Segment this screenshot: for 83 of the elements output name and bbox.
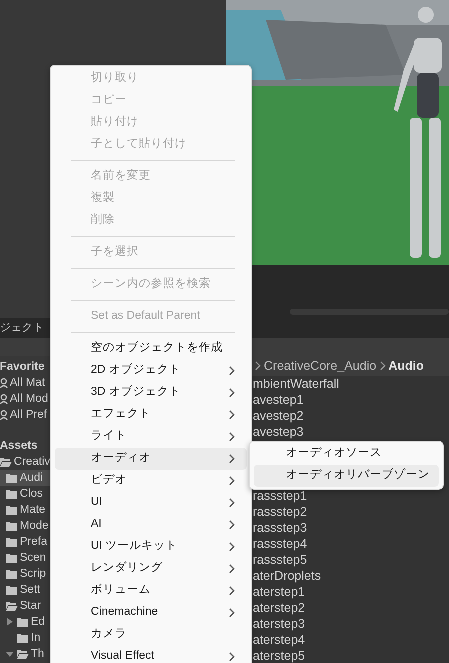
chevron-right-icon xyxy=(229,432,235,442)
menu-item[interactable]: Cinemachine xyxy=(55,602,247,624)
file-item[interactable]: mbientWaterfall xyxy=(252,376,449,392)
file-item[interactable]: rassstep2 xyxy=(252,504,449,520)
file-item[interactable]: rassstep4 xyxy=(252,536,449,552)
menu-item[interactable]: 空のオブジェクトを作成 xyxy=(55,338,247,360)
chevron-right-icon xyxy=(229,498,235,508)
chevron-right-icon xyxy=(229,652,235,662)
chevron-right-icon xyxy=(229,410,235,420)
chevron-right-icon xyxy=(229,564,235,574)
project-tab[interactable]: ジェクト xyxy=(0,322,44,334)
file-item[interactable]: rassstep1 xyxy=(252,488,449,504)
tree-item[interactable]: Th xyxy=(0,646,50,662)
file-item[interactable]: avestep1 xyxy=(252,392,449,408)
tree-item[interactable]: Star xyxy=(0,598,50,614)
menu-item[interactable]: オーディオソース xyxy=(254,443,439,465)
menu-item[interactable]: Visual Effect xyxy=(55,646,247,663)
breadcrumb-item[interactable]: Audio xyxy=(388,356,424,376)
menu-item[interactable]: ビデオ xyxy=(55,470,247,492)
chevron-right-icon xyxy=(229,454,235,464)
expanded-arrow-icon xyxy=(6,650,14,658)
menu-item[interactable]: レンダリング xyxy=(55,558,247,580)
folder-icon xyxy=(6,552,18,564)
favorite-item[interactable]: All Mod xyxy=(10,391,48,407)
chevron-right-icon xyxy=(229,586,235,596)
breadcrumb-item[interactable]: CreativeCore_Audio xyxy=(264,356,377,376)
menu-item[interactable]: ライト xyxy=(55,426,247,448)
menu-item[interactable]: カメラ xyxy=(55,624,247,646)
file-item[interactable]: aterstep3 xyxy=(252,616,449,632)
folder-icon xyxy=(6,568,18,580)
menu-item[interactable]: ボリューム xyxy=(55,580,247,602)
menu-item[interactable]: AI xyxy=(55,514,247,536)
open-folder-icon xyxy=(17,648,29,660)
collapsed-arrow-icon xyxy=(6,618,14,626)
chevron-right-icon xyxy=(229,476,235,486)
section-heading: Assets xyxy=(0,439,38,454)
file-item[interactable]: avestep2 xyxy=(252,408,449,424)
menu-item[interactable]: UI ツールキット xyxy=(55,536,247,558)
tree-item[interactable]: Audi xyxy=(0,470,50,486)
file-item[interactable]: rassstep5 xyxy=(252,552,449,568)
file-item[interactable]: aterstep1 xyxy=(252,584,449,600)
chevron-right-icon xyxy=(255,361,261,371)
tree-item[interactable]: Mate xyxy=(0,502,50,518)
chevron-right-icon xyxy=(229,388,235,398)
tree-item[interactable]: In xyxy=(0,630,50,646)
menu-item[interactable]: オーディオリバーブゾーン xyxy=(254,465,439,487)
folder-icon xyxy=(6,536,18,548)
chevron-right-icon xyxy=(229,608,235,618)
chevron-right-icon xyxy=(229,520,235,530)
chevron-right-icon xyxy=(229,542,235,552)
file-item[interactable]: rassstep3 xyxy=(252,520,449,536)
file-item[interactable]: avestep3 xyxy=(252,424,449,440)
tree-item[interactable]: Creativ xyxy=(0,454,50,470)
file-item[interactable]: aterstep4 xyxy=(252,632,449,648)
folder-icon xyxy=(6,504,18,516)
menu-item[interactable]: オーディオ xyxy=(55,448,247,470)
menu-item[interactable]: UI xyxy=(55,492,247,514)
folder-icon xyxy=(6,584,18,596)
tree-item[interactable]: Mode xyxy=(0,518,50,534)
tree-item[interactable]: Scen xyxy=(0,550,50,566)
open-folder-icon xyxy=(6,600,18,612)
file-item[interactable]: aterDroplets xyxy=(252,568,449,584)
folder-icon xyxy=(6,520,18,532)
chevron-right-icon xyxy=(229,366,235,376)
favorite-item[interactable]: All Pref xyxy=(10,407,48,423)
menu-item[interactable]: 2D オブジェクト xyxy=(55,360,247,382)
tree-item[interactable]: Ed xyxy=(0,614,50,630)
menu-item[interactable]: 3D オブジェクト xyxy=(55,382,247,404)
tree-item[interactable]: Prefa xyxy=(0,534,50,550)
folder-icon xyxy=(6,472,18,484)
favorite-item[interactable]: All Mat xyxy=(10,375,46,391)
chevron-right-icon xyxy=(380,361,386,371)
tree-item[interactable]: Clos xyxy=(0,486,50,502)
section-heading: Favorite xyxy=(0,360,45,375)
folder-icon xyxy=(17,632,29,644)
open-folder-icon xyxy=(0,456,12,468)
folder-icon xyxy=(17,616,29,628)
menu-item[interactable]: エフェクト xyxy=(55,404,247,426)
folder-icon xyxy=(6,488,18,500)
file-item[interactable]: aterstep2 xyxy=(252,600,449,616)
tree-item[interactable]: Scrip xyxy=(0,566,50,582)
tree-item[interactable]: Sett xyxy=(0,582,50,598)
file-item[interactable]: aterstep5 xyxy=(252,648,449,663)
